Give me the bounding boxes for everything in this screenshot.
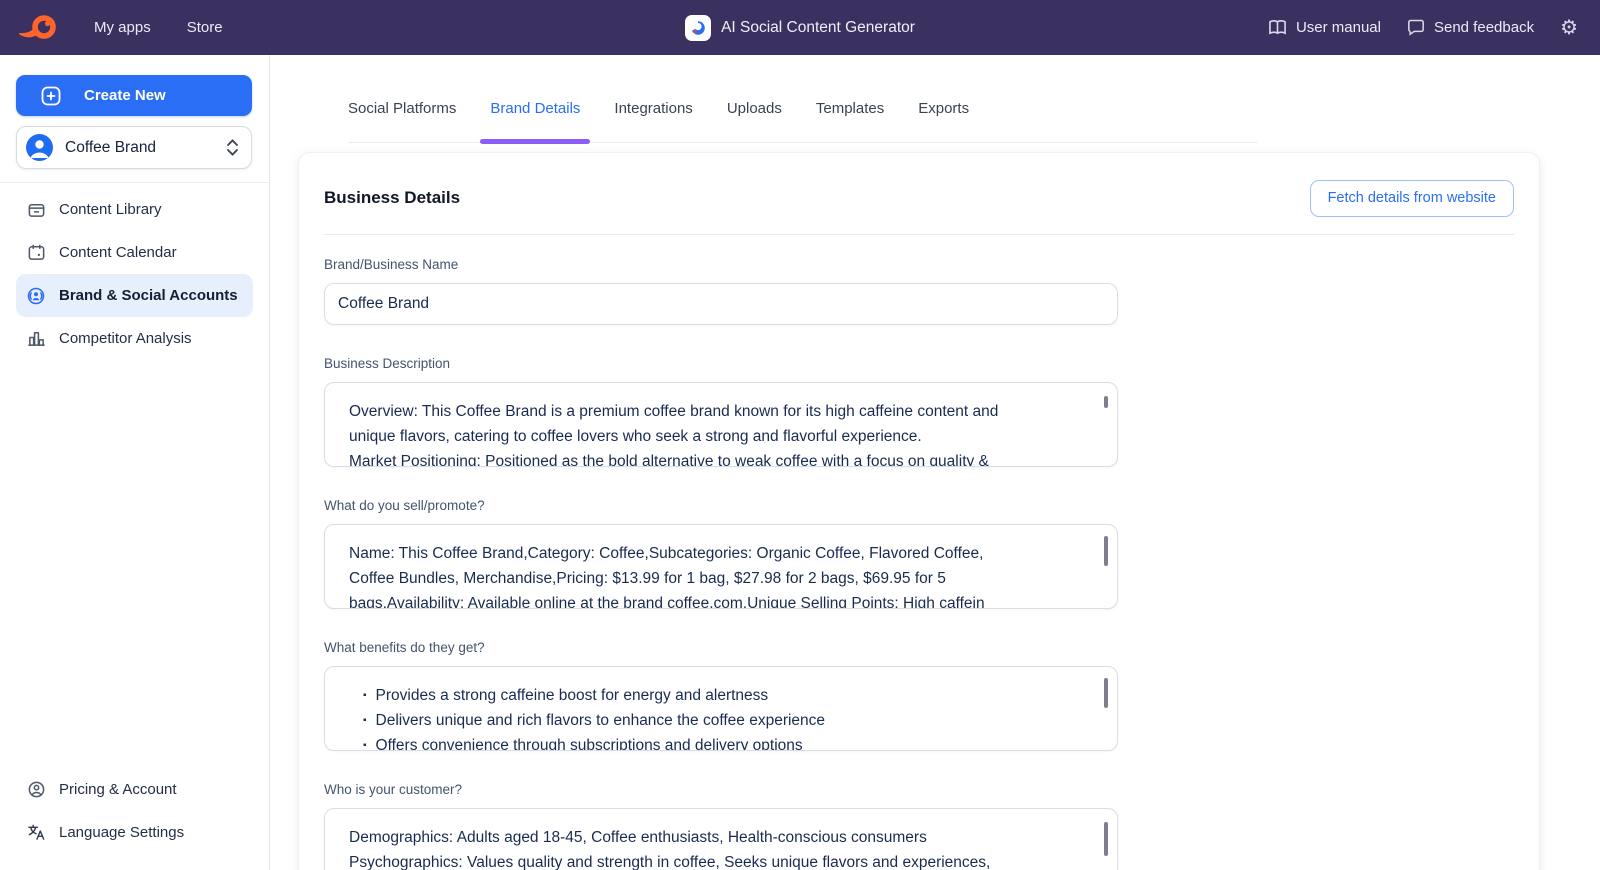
sidebar-divider <box>0 182 269 183</box>
translate-icon <box>26 823 46 842</box>
scrollbar-thumb[interactable] <box>1104 822 1108 856</box>
field-sell-promote: What do you sell/promote? Name: This Cof… <box>324 498 1118 609</box>
tab-integrations[interactable]: Integrations <box>614 95 692 142</box>
send-feedback-label: Send feedback <box>1434 19 1534 36</box>
user-manual-label: User manual <box>1296 19 1381 36</box>
plus-square-icon <box>40 85 62 107</box>
bar-chart-icon <box>26 329 46 348</box>
benefits-textarea[interactable]: Provides a strong caffeine boost for ene… <box>324 666 1118 751</box>
sidebar: Create New Coffee Brand <box>0 55 270 870</box>
sidebar-footer: Pricing & Account Language Settings <box>0 768 269 870</box>
settings-gear-icon[interactable]: ⚙ <box>1560 18 1578 38</box>
scrollbar-thumb[interactable] <box>1104 396 1108 408</box>
field-business-description: Business Description Overview: This Coff… <box>324 356 1118 467</box>
sidebar-item-label: Language Settings <box>59 824 184 841</box>
textarea-line: unique flavors, catering to coffee lover… <box>349 424 1087 449</box>
customer-textarea[interactable]: Demographics: Adults aged 18-45, Coffee … <box>324 808 1118 870</box>
tab-social-platforms[interactable]: Social Platforms <box>348 95 456 142</box>
sidebar-nav: Content Library Content Calendar <box>0 188 269 360</box>
business-description-textarea[interactable]: Overview: This Coffee Brand is a premium… <box>324 382 1118 467</box>
page-title: Business Details <box>324 188 460 208</box>
book-icon <box>1268 19 1287 36</box>
sidebar-item-pricing-account[interactable]: Pricing & Account <box>16 768 253 811</box>
sidebar-item-label: Content Calendar <box>59 244 177 261</box>
field-label: Business Description <box>324 356 1118 371</box>
textarea-line: Overview: This Coffee Brand is a premium… <box>349 399 1087 424</box>
create-new-button[interactable]: Create New <box>16 75 252 116</box>
tabs-row: Social Platforms Brand Details Integrati… <box>348 95 1258 143</box>
feedback-bubble-icon <box>1407 19 1425 36</box>
create-new-label: Create New <box>84 87 166 104</box>
sell-promote-textarea[interactable]: Name: This Coffee Brand,Category: Coffee… <box>324 524 1118 609</box>
textarea-line: Demographics: Adults aged 18-45, Coffee … <box>349 825 1087 850</box>
sidebar-item-content-library[interactable]: Content Library <box>16 188 253 231</box>
sidebar-item-language-settings[interactable]: Language Settings <box>16 811 253 854</box>
sidebar-item-competitor-analysis[interactable]: Competitor Analysis <box>16 317 253 360</box>
calendar-icon <box>26 243 46 262</box>
tab-brand-details[interactable]: Brand Details <box>490 95 580 142</box>
sidebar-item-label: Competitor Analysis <box>59 330 192 347</box>
textarea-line: Coffee Bundles, Merchandise,Pricing: $13… <box>349 566 1087 591</box>
business-details-card: Business Details Fetch details from webs… <box>298 152 1540 870</box>
main-content: Social Platforms Brand Details Integrati… <box>270 55 1600 870</box>
nav-my-apps[interactable]: My apps <box>80 11 165 44</box>
tab-templates[interactable]: Templates <box>816 95 884 142</box>
sidebar-item-brand-social-accounts[interactable]: Brand & Social Accounts <box>16 274 253 317</box>
library-box-icon <box>26 200 46 219</box>
user-manual-button[interactable]: User manual <box>1268 19 1381 36</box>
header-divider <box>324 234 1514 235</box>
textarea-bullet-line: Offers convenience through subscriptions… <box>349 733 1087 751</box>
sidebar-item-label: Pricing & Account <box>59 781 177 798</box>
app-title: AI Social Content Generator <box>721 19 915 37</box>
textarea-bullet-line: Delivers unique and rich flavors to enha… <box>349 708 1087 733</box>
textarea-line: Psychographics: Values quality and stren… <box>349 850 1087 870</box>
tab-exports[interactable]: Exports <box>918 95 969 142</box>
person-circle-icon <box>26 780 46 799</box>
fetch-details-button[interactable]: Fetch details from website <box>1310 180 1514 217</box>
semrush-logo-icon[interactable] <box>16 13 58 43</box>
field-label: Brand/Business Name <box>324 257 1118 272</box>
field-customer: Who is your customer? Demographics: Adul… <box>324 782 1118 870</box>
field-benefits: What benefits do they get? Provides a st… <box>324 640 1118 751</box>
top-bar: My apps Store AI Social Content Generato… <box>0 0 1600 55</box>
textarea-bullet-line: Provides a strong caffeine boost for ene… <box>349 683 1087 708</box>
textarea-line: Market Positioning: Positioned as the bo… <box>349 449 1087 467</box>
field-brand-name: Brand/Business Name <box>324 257 1118 325</box>
brand-selector[interactable]: Coffee Brand <box>16 126 252 169</box>
sidebar-item-content-calendar[interactable]: Content Calendar <box>16 231 253 274</box>
app-swirl-icon <box>689 19 707 37</box>
scrollbar-thumb[interactable] <box>1104 678 1108 708</box>
brand-name-input[interactable] <box>324 283 1118 325</box>
send-feedback-button[interactable]: Send feedback <box>1407 19 1534 36</box>
app-badge <box>685 15 711 41</box>
sidebar-item-label: Brand & Social Accounts <box>59 287 238 304</box>
field-label: Who is your customer? <box>324 782 1118 797</box>
nav-store[interactable]: Store <box>173 11 237 44</box>
brand-selector-value: Coffee Brand <box>65 139 156 157</box>
chevron-up-down-icon <box>226 139 239 156</box>
broadcast-person-icon <box>26 286 46 306</box>
app-root: My apps Store AI Social Content Generato… <box>0 0 1600 870</box>
sidebar-item-label: Content Library <box>59 201 162 218</box>
textarea-line: bags,Availability: Available online at t… <box>349 591 1087 609</box>
scrollbar-thumb[interactable] <box>1104 536 1108 566</box>
tab-uploads[interactable]: Uploads <box>727 95 782 142</box>
brand-avatar-icon <box>26 134 53 161</box>
textarea-line: Name: This Coffee Brand,Category: Coffee… <box>349 541 1087 566</box>
field-label: What benefits do they get? <box>324 640 1118 655</box>
field-label: What do you sell/promote? <box>324 498 1118 513</box>
